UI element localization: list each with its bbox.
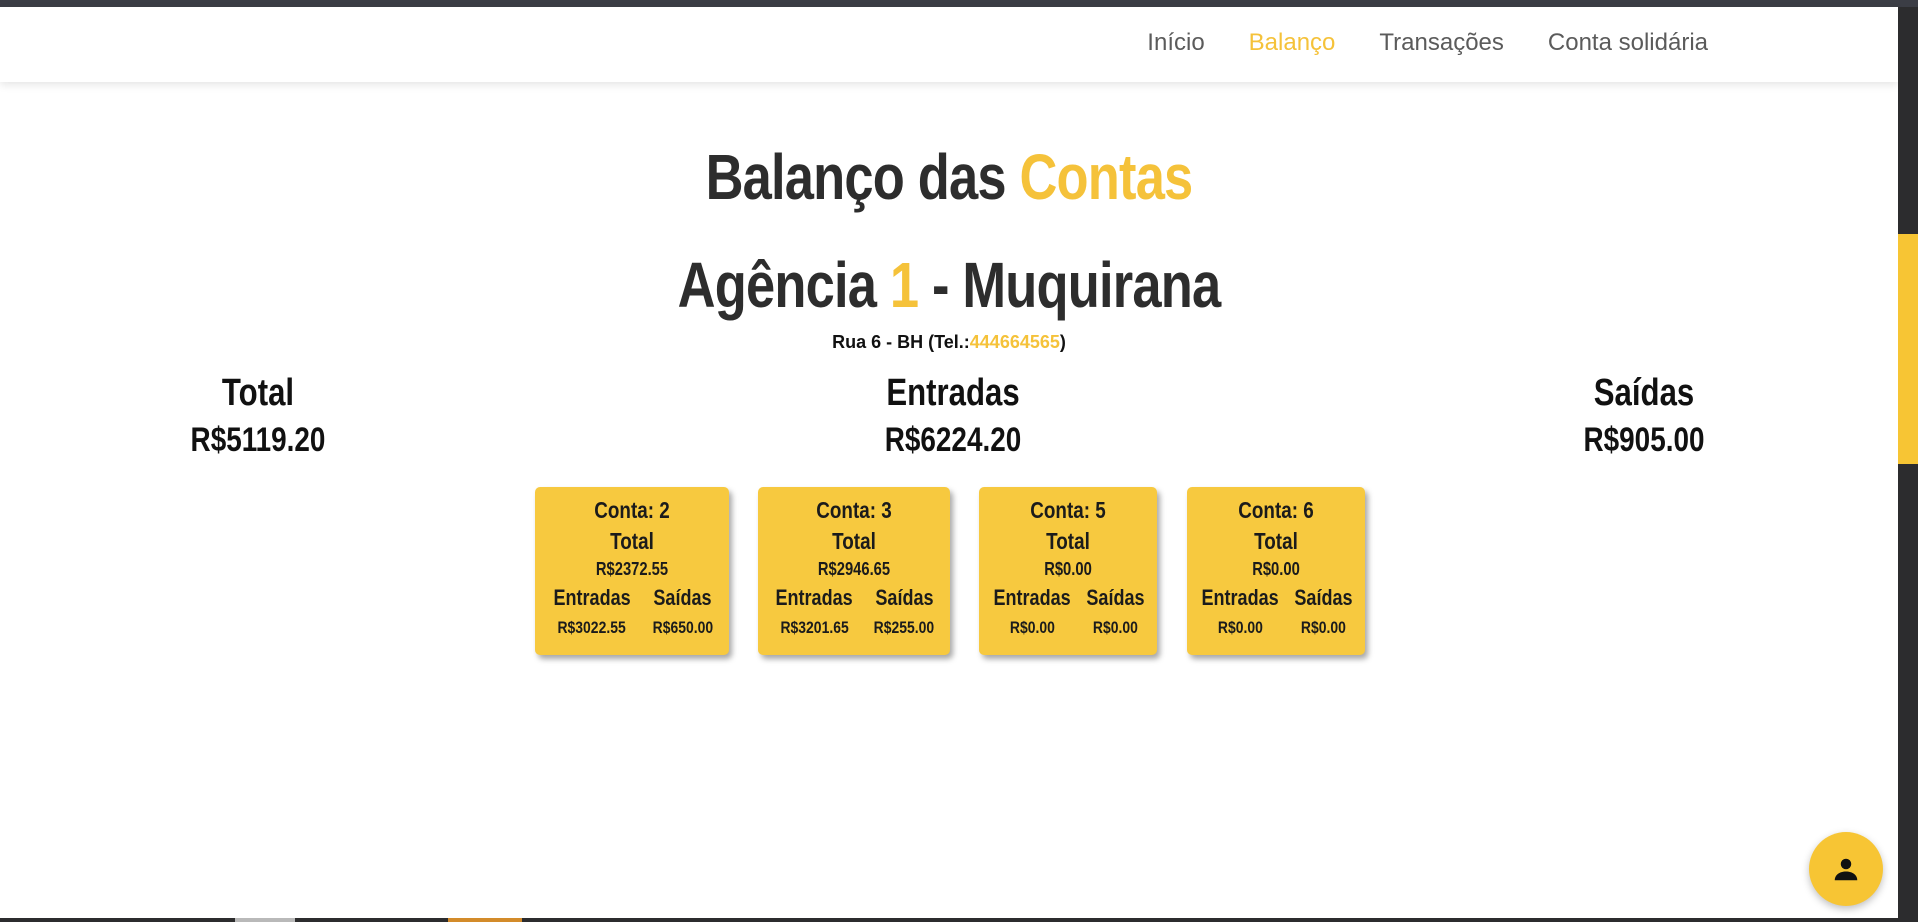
account-total-label: Total — [610, 528, 654, 554]
account-entradas: Entradas R$3022.55 — [545, 580, 639, 638]
summary-entradas-label: Entradas — [886, 372, 1020, 414]
summary-saidas-label: Saídas — [1593, 372, 1695, 414]
account-saidas: Saídas R$650.00 — [646, 580, 720, 638]
account-flows: Entradas R$3201.65 Saídas R$255.00 — [758, 580, 950, 638]
agency-phone: 444664565 — [969, 332, 1060, 352]
account-entradas-label: Entradas — [552, 585, 631, 610]
account-entradas-label: Entradas — [775, 585, 853, 610]
account-saidas: Saídas R$255.00 — [867, 580, 941, 638]
account-saidas: Saídas R$0.00 — [1288, 580, 1359, 638]
account-saidas-value: R$255.00 — [873, 618, 935, 637]
profile-button[interactable] — [1809, 832, 1883, 906]
account-entradas-value: R$0.00 — [1009, 618, 1055, 637]
navbar: Início Balanço Transações Conta solidári… — [0, 7, 1898, 82]
account-saidas-value: R$0.00 — [1092, 618, 1138, 637]
account-title: Conta: 6 — [1238, 497, 1314, 523]
scrollbar-thumb[interactable] — [1898, 234, 1918, 464]
account-entradas: Entradas R$3201.65 — [767, 580, 861, 638]
summary-saidas-value: R$905.00 — [1583, 421, 1705, 459]
agency-prefix: Agência — [677, 249, 890, 321]
nav-link-conta-solidaria[interactable]: Conta solidária — [1548, 29, 1708, 57]
agency-number: 1 — [889, 249, 919, 321]
summary-total-value: R$5119.20 — [190, 421, 326, 459]
account-total-label: Total — [1254, 528, 1298, 554]
account-total-value: R$0.00 — [1044, 559, 1092, 579]
agency-title: Agência 1 - Muquirana — [171, 248, 1727, 322]
person-icon — [1834, 858, 1858, 881]
account-title: Conta: 3 — [816, 497, 892, 523]
summary-entradas: Entradas R$6224.20 — [853, 372, 1053, 460]
account-total-value: R$0.00 — [1252, 559, 1300, 579]
account-card[interactable]: Conta: 5 Total R$0.00 Entradas R$0.00 Sa… — [979, 487, 1157, 655]
nav-links: Início Balanço Transações Conta solidári… — [1103, 29, 1708, 57]
scrollbar[interactable] — [1898, 7, 1918, 922]
account-entradas: Entradas R$0.00 — [985, 580, 1079, 638]
account-title: Conta: 2 — [594, 497, 670, 523]
account-saidas-value: R$0.00 — [1300, 618, 1346, 637]
account-entradas: Entradas R$0.00 — [1193, 580, 1287, 638]
account-saidas-label: Saídas — [1294, 585, 1353, 610]
bottom-strip-segment — [235, 918, 295, 922]
agency-name: - Muquirana — [918, 249, 1221, 321]
account-card[interactable]: Conta: 6 Total R$0.00 Entradas R$0.00 Sa… — [1187, 487, 1365, 655]
address-text: Rua 6 - BH (Tel.: — [832, 332, 970, 352]
account-card[interactable]: Conta: 2 Total R$2372.55 Entradas R$3022… — [535, 487, 729, 655]
account-entradas-label: Entradas — [993, 585, 1071, 610]
summary-saidas: Saídas R$905.00 — [1544, 372, 1744, 460]
page-title-accent: Contas — [1019, 141, 1193, 213]
account-title: Conta: 5 — [1030, 497, 1106, 523]
account-flows: Entradas R$0.00 Saídas R$0.00 — [979, 580, 1157, 638]
address-suffix: ) — [1059, 332, 1066, 352]
top-strip — [0, 0, 1918, 7]
nav-link-inicio[interactable]: Início — [1147, 29, 1204, 57]
account-flows: Entradas R$0.00 Saídas R$0.00 — [1187, 580, 1365, 638]
summary-total-label: Total — [221, 372, 295, 414]
account-card[interactable]: Conta: 3 Total R$2946.65 Entradas R$3201… — [758, 487, 950, 655]
agency-address: Rua 6 - BH (Tel.:444664565) — [0, 332, 1898, 353]
account-entradas-value: R$3022.55 — [557, 618, 626, 637]
account-saidas-label: Saídas — [874, 585, 934, 610]
summary-entradas-value: R$6224.20 — [884, 421, 1022, 459]
page-title: Balanço das Contas — [171, 140, 1727, 214]
account-entradas-label: Entradas — [1201, 585, 1279, 610]
account-total-label: Total — [832, 528, 876, 554]
account-saidas-label: Saídas — [1086, 585, 1145, 610]
bottom-strip-segment — [448, 918, 522, 922]
account-entradas-value: R$0.00 — [1217, 618, 1263, 637]
account-flows: Entradas R$3022.55 Saídas R$650.00 — [535, 580, 729, 638]
account-entradas-value: R$3201.65 — [779, 618, 849, 637]
nav-link-transacoes[interactable]: Transações — [1379, 29, 1504, 57]
account-saidas-label: Saídas — [653, 585, 712, 610]
summary-total: Total R$5119.20 — [158, 372, 358, 460]
page-title-text: Balanço das — [705, 141, 1020, 213]
nav-link-balanco[interactable]: Balanço — [1249, 29, 1336, 57]
account-total-value: R$2372.55 — [595, 559, 669, 579]
account-total-value: R$2946.65 — [817, 559, 891, 579]
account-saidas-value: R$650.00 — [652, 618, 713, 637]
account-total-label: Total — [1046, 528, 1090, 554]
account-saidas: Saídas R$0.00 — [1080, 580, 1151, 638]
